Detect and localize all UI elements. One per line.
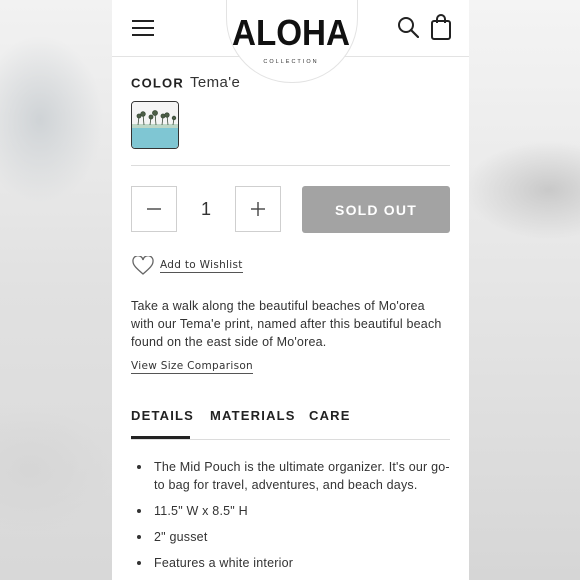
brand-logo[interactable]: ALOHA COLLECTION [229,8,353,70]
tab-materials[interactable]: MATERIALS [210,408,296,423]
detail-text: Features a white interior [154,556,294,570]
wishlist-label: Add to Wishlist [160,259,243,273]
add-to-wishlist[interactable]: Add to Wishlist [132,256,243,276]
quantity-increase-button[interactable] [235,186,281,232]
brand-logo-subtext: COLLECTION [263,59,318,65]
shopping-bag-icon[interactable] [430,14,452,40]
detail-text: The Mid Pouch is the ultimate organizer.… [154,460,450,492]
size-comparison-link[interactable]: View Size Comparison [131,360,254,374]
color-value: Tema'e [189,74,241,92]
active-tab-indicator [131,436,190,439]
background-right [469,0,580,580]
color-row: COLOR Tema'e [131,74,240,94]
divider [131,165,450,166]
quantity-decrease-button[interactable] [131,186,177,232]
swatch-image [132,102,178,148]
detail-text: 2" gusset [154,530,208,544]
color-label: COLOR [131,75,184,91]
heart-icon [132,256,154,275]
color-swatch[interactable] [131,101,179,149]
brand-logo-text: ALOHA [232,12,350,53]
plus-icon [251,202,265,216]
background-left [0,0,112,580]
list-item: The Mid Pouch is the ultimate organizer.… [131,458,456,494]
hamburger-menu-icon[interactable] [132,20,154,36]
list-item: 2" gusset [131,528,456,546]
tab-details[interactable]: DETAILS [131,408,194,423]
product-description: Take a walk along the beautiful beaches … [131,299,442,349]
tab-care[interactable]: CARE [309,408,351,423]
list-item: 11.5" W x 8.5" H [131,502,456,520]
list-item: Features a white interior [131,554,456,572]
detail-text: 11.5" W x 8.5" H [154,504,248,518]
minus-icon [147,208,161,210]
quantity-value[interactable]: 1 [183,186,229,232]
details-list: The Mid Pouch is the ultimate organizer.… [131,458,456,580]
sold-out-button[interactable]: SOLD OUT [302,186,450,233]
search-icon[interactable] [397,16,419,38]
product-page: ALOHA COLLECTION COLOR Tema'e 1 SOLD OUT… [112,0,469,580]
product-tabs: DETAILS MATERIALS CARE [131,406,450,440]
